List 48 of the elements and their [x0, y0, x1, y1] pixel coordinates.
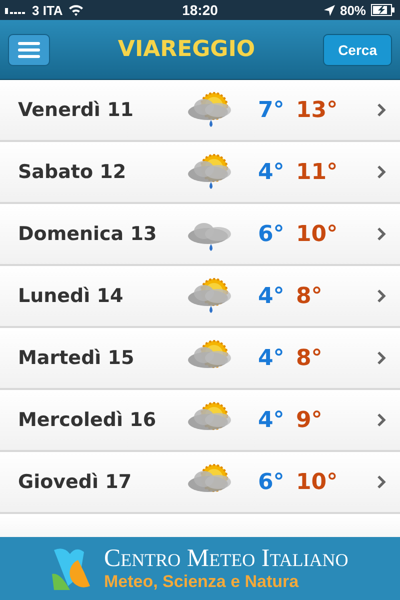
battery-icon [371, 4, 395, 16]
menu-button[interactable] [8, 34, 50, 66]
min-temperature: 7° [258, 98, 286, 122]
chevron-icon [377, 103, 386, 117]
min-temperature: 6° [258, 222, 286, 246]
chevron-icon [377, 413, 386, 427]
max-temperature: 11° [296, 160, 339, 184]
day-label: Mercoledì 16 [18, 409, 158, 431]
chevron-icon [377, 227, 386, 241]
min-temperature: 4° [258, 408, 286, 432]
wifi-icon [68, 4, 84, 16]
menu-icon [18, 42, 40, 58]
location-arrow-icon [324, 4, 335, 16]
battery-percent: 80% [340, 2, 366, 18]
forecast-row[interactable]: Martedì 15 4° 8° [0, 328, 400, 390]
banner-subtitle: Meteo, Scienza e Natura [104, 572, 300, 592]
forecast-row[interactable]: Giovedì 17 6° 10° [0, 452, 400, 514]
min-temperature: 4° [258, 160, 286, 184]
max-temperature: 10° [296, 470, 339, 494]
forecast-row[interactable]: Lunedì 14 4° 8° [0, 266, 400, 328]
signal-icon [5, 6, 27, 14]
chevron-icon [377, 475, 386, 489]
banner-title: Centro Meteo Italiano [104, 546, 348, 572]
forecast-row[interactable]: Venerdì 11 7° 13° [0, 80, 400, 142]
day-label: Sabato 12 [18, 161, 128, 183]
min-temperature: 4° [258, 284, 286, 308]
max-temperature: 10° [296, 222, 339, 246]
chevron-icon [377, 165, 386, 179]
day-label: Domenica 13 [18, 223, 158, 245]
clock-time: 18:20 [182, 2, 218, 18]
ad-banner[interactable]: Centro Meteo Italiano Meteo, Scienza e Natura [0, 537, 400, 600]
carrier-name: 3 ITA [32, 2, 63, 18]
forecast-row[interactable]: Mercoledì 16 4° 9° [0, 390, 400, 452]
max-temperature: 9° [296, 408, 324, 432]
day-label: Martedì 15 [18, 347, 136, 369]
min-temperature: 6° [258, 470, 286, 494]
forecast-row[interactable]: Domenica 13 6° 10° [0, 204, 400, 266]
forecast-row[interactable]: Sabato 12 4° 11° [0, 142, 400, 204]
city-title: VIAREGGIO [118, 37, 256, 62]
max-temperature: 13° [296, 98, 339, 122]
chevron-icon [377, 351, 386, 365]
day-label: Venerdì 11 [18, 99, 135, 121]
min-temperature: 4° [258, 346, 286, 370]
day-label: Giovedì 17 [18, 471, 133, 493]
max-temperature: 8° [296, 346, 324, 370]
day-label: Lunedì 14 [18, 285, 124, 307]
chevron-icon [377, 289, 386, 303]
max-temperature: 8° [296, 284, 324, 308]
